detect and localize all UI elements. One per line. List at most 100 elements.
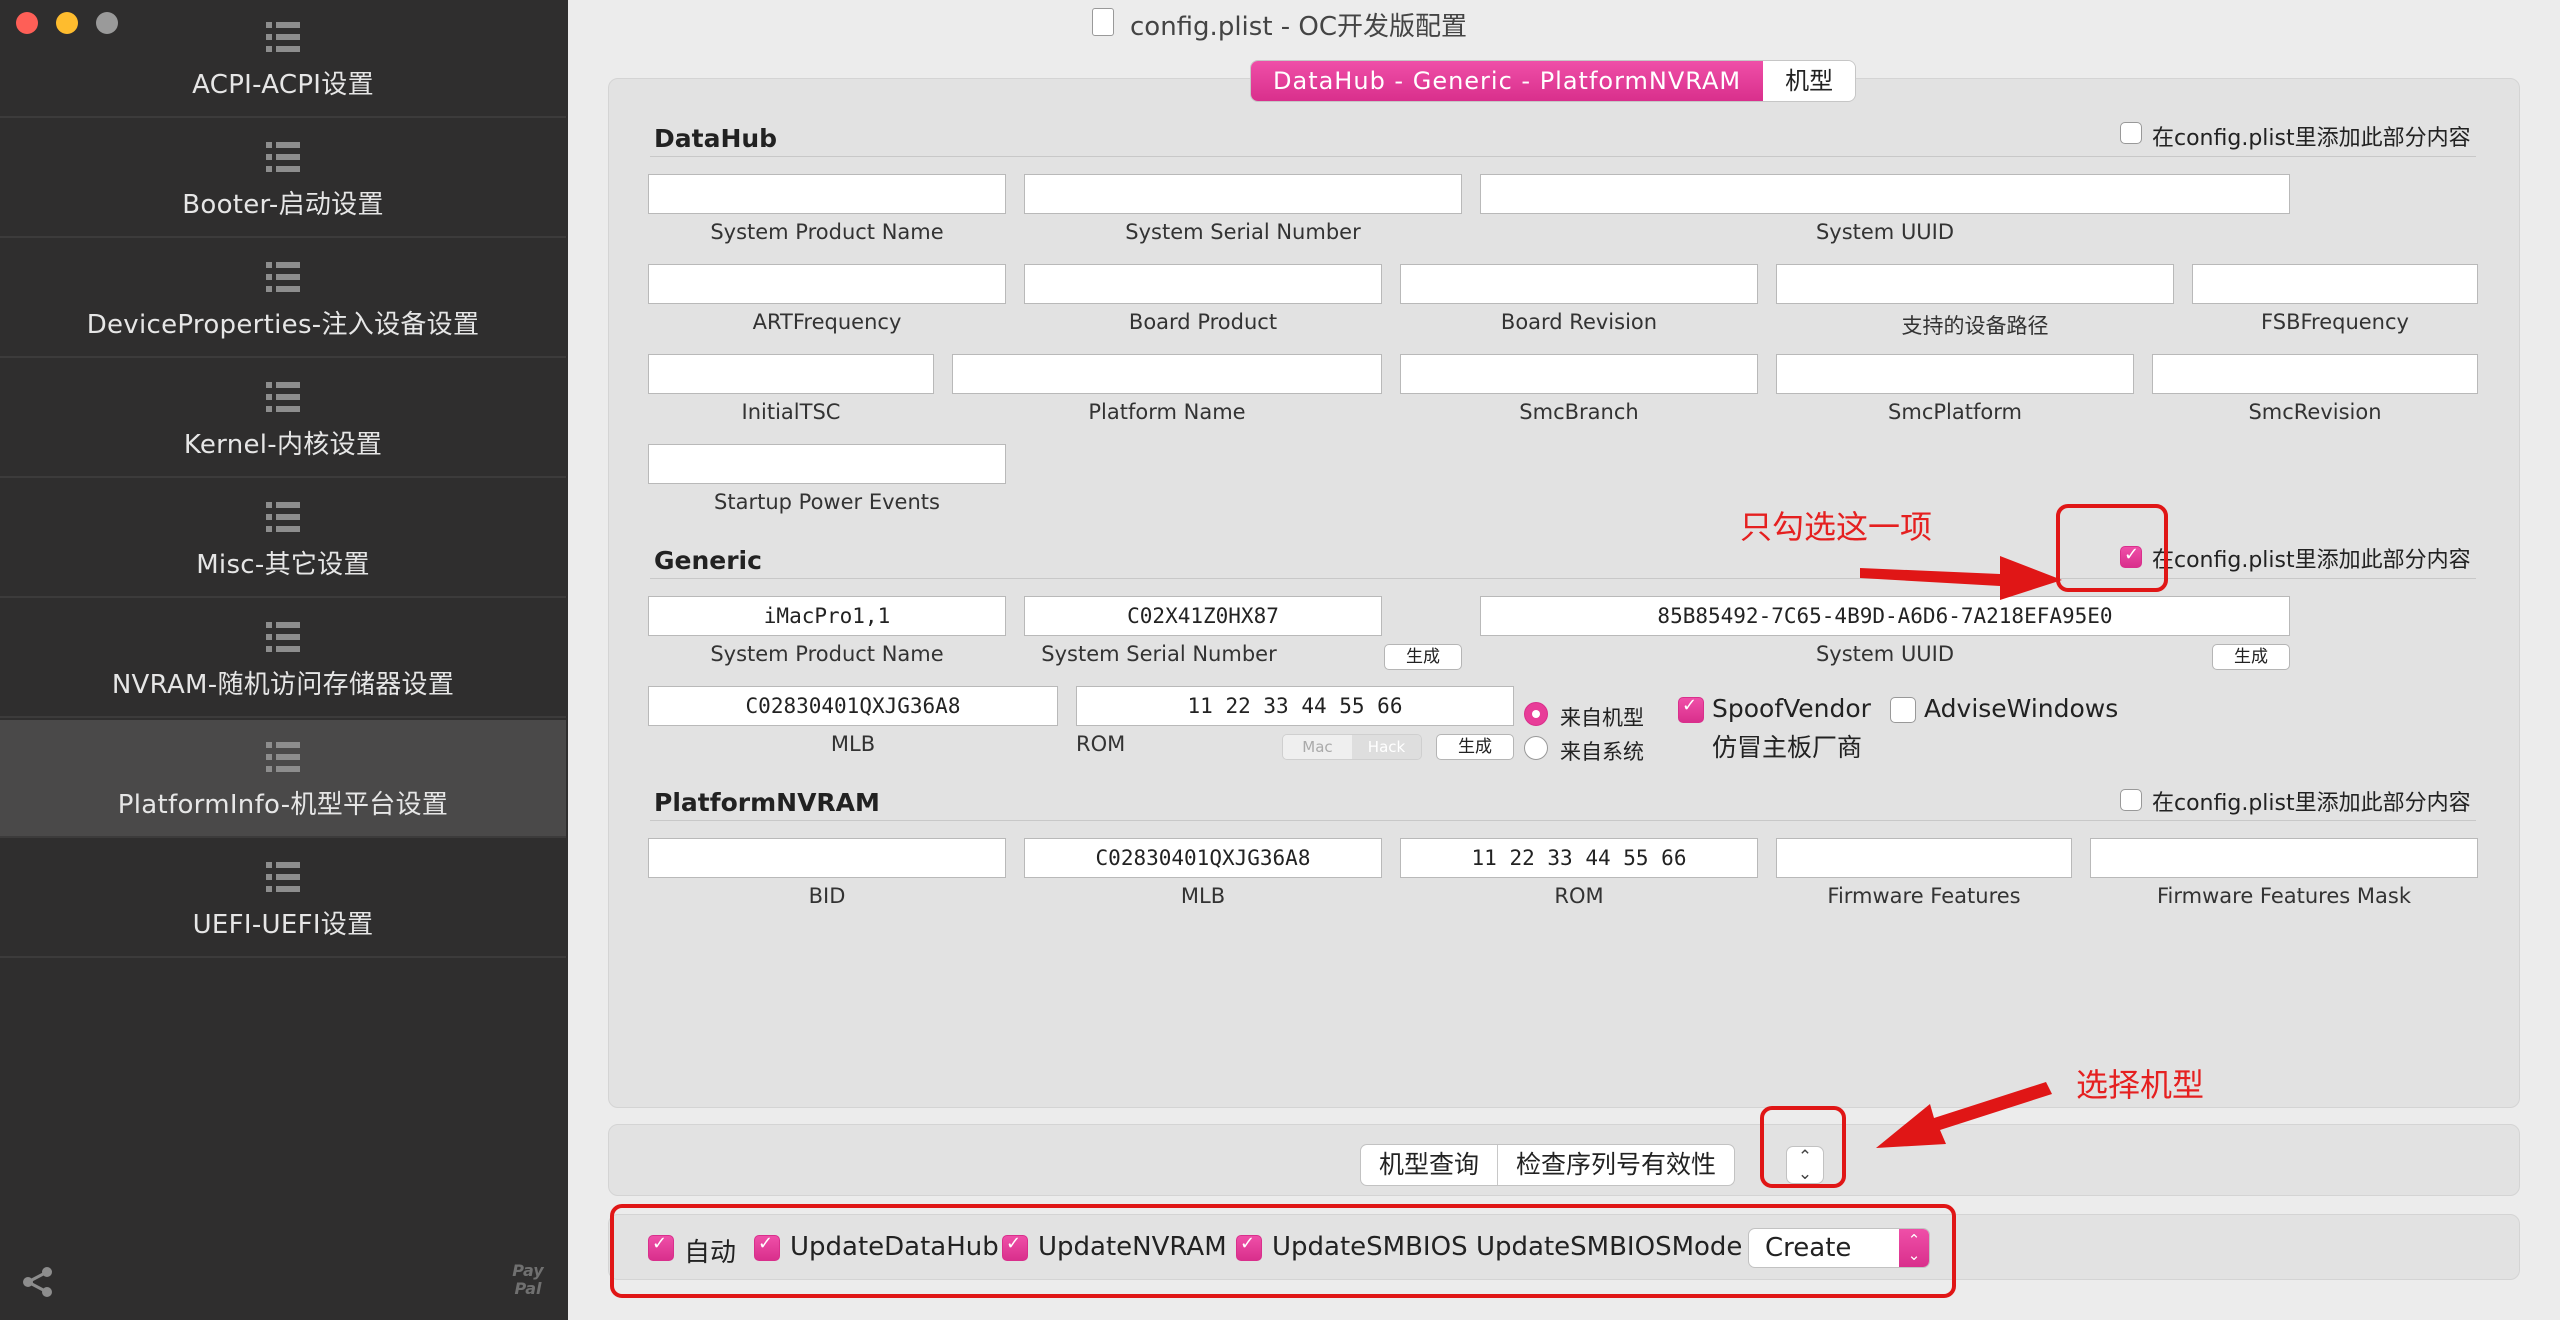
arrow-icon — [1876, 1082, 2052, 1148]
share-icon[interactable] — [20, 1264, 56, 1304]
arrow-icon — [1860, 556, 2062, 600]
rom-source-segmented[interactable]: Mac Hack — [1282, 734, 1422, 760]
nvram-mlb-input[interactable]: C02830401QXJG36A8 — [1024, 838, 1382, 878]
datahub-include-checkbox[interactable] — [2120, 122, 2142, 144]
sidebar-item-deviceproperties[interactable]: DeviceProperties-注入设备设置 — [0, 240, 566, 358]
field-label: System Serial Number — [1041, 642, 1277, 666]
field-label: MLB — [830, 732, 876, 756]
platformnvram-include-label: 在config.plist里添加此部分内容 — [2152, 791, 2471, 816]
field-label: BID — [808, 884, 846, 908]
field-label: System UUID — [1815, 642, 1955, 666]
sidebar-item-label: Booter-启动设置 — [182, 190, 384, 220]
generic-system-serial-number-input[interactable]: C02X41Z0HX87 — [1024, 596, 1382, 636]
spoof-vendor-label: SpoofVendor — [1712, 694, 1871, 723]
lookup-segmented: 机型查询 检查序列号有效性 — [1360, 1144, 1736, 1186]
nvram-firmware-features-mask-input[interactable] — [2090, 838, 2478, 878]
advise-windows-label: AdviseWindows — [1924, 694, 2119, 723]
field-label: SmcPlatform — [1888, 400, 2022, 424]
divider — [650, 820, 2476, 821]
check-serial-button[interactable]: 检查序列号有效性 — [1498, 1145, 1734, 1185]
paypal-logo[interactable]: Pay Pal — [508, 1262, 548, 1298]
list-icon — [266, 742, 300, 772]
from-model-radio[interactable] — [1524, 702, 1548, 726]
section-title-datahub: DataHub — [654, 124, 778, 153]
datahub-fsb-frequency-input[interactable] — [2192, 264, 2478, 304]
datahub-smc-branch-input[interactable] — [1400, 354, 1758, 394]
nvram-rom-input[interactable]: 11 22 33 44 55 66 — [1400, 838, 1758, 878]
generic-rom-input[interactable]: 11 22 33 44 55 66 — [1076, 686, 1514, 726]
sidebar-item-label: DeviceProperties-注入设备设置 — [86, 310, 480, 340]
sidebar-item-label: PlatformInfo-机型平台设置 — [117, 790, 449, 820]
field-label: Firmware Features — [1827, 884, 2021, 908]
datahub-art-frequency-input[interactable] — [648, 264, 1006, 304]
field-label: Board Revision — [1500, 310, 1658, 334]
field-label: System Product Name — [710, 642, 944, 666]
nvram-firmware-features-input[interactable] — [1776, 838, 2072, 878]
annotation-box-bottom-bar — [610, 1204, 1956, 1298]
field-label: Startup Power Events — [714, 490, 940, 514]
sidebar-item-uefi[interactable]: UEFI-UEFI设置 — [0, 840, 566, 958]
list-icon — [266, 142, 300, 172]
datahub-device-path-input[interactable] — [1776, 264, 2174, 304]
tab-model[interactable]: 机型 — [1763, 61, 1856, 101]
field-label: SmcBranch — [1519, 400, 1639, 424]
sidebar-item-acpi[interactable]: ACPI-ACPI设置 — [0, 0, 566, 118]
datahub-startup-power-events-input[interactable] — [648, 444, 1006, 484]
from-model-label: 来自机型 — [1560, 706, 1644, 730]
sidebar-item-label: UEFI-UEFI设置 — [192, 910, 374, 940]
list-icon — [266, 262, 300, 292]
list-icon — [266, 382, 300, 412]
datahub-smc-platform-input[interactable] — [1776, 354, 2134, 394]
tab-bar: DataHub - Generic - PlatformNVRAM 机型 — [1250, 60, 1857, 102]
list-icon — [266, 622, 300, 652]
generate-serial-button[interactable]: 生成 — [1384, 644, 1462, 670]
generate-uuid-button[interactable]: 生成 — [2212, 644, 2290, 670]
sidebar-item-misc[interactable]: Misc-其它设置 — [0, 480, 566, 598]
generate-rom-button[interactable]: 生成 — [1436, 734, 1514, 760]
tab-datahub-generic-nvram[interactable]: DataHub - Generic - PlatformNVRAM — [1251, 61, 1764, 101]
datahub-platform-name-input[interactable] — [952, 354, 1382, 394]
rom-mac-segment[interactable]: Mac — [1283, 735, 1352, 759]
sidebar-item-booter[interactable]: Booter-启动设置 — [0, 120, 566, 238]
sidebar-item-kernel[interactable]: Kernel-内核设置 — [0, 360, 566, 478]
sidebar-item-label: NVRAM-随机访问存储器设置 — [111, 670, 455, 700]
generic-mlb-input[interactable]: C02830401QXJG36A8 — [648, 686, 1058, 726]
sidebar: ACPI-ACPI设置 Booter-启动设置 DeviceProperties… — [0, 0, 568, 1320]
rom-hack-segment[interactable]: Hack — [1352, 735, 1421, 759]
sidebar-item-platforminfo[interactable]: PlatformInfo-机型平台设置 — [0, 720, 566, 838]
field-label: Platform Name — [1088, 400, 1246, 424]
spoof-vendor-checkbox[interactable] — [1678, 695, 1704, 723]
nvram-bid-input[interactable] — [648, 838, 1006, 878]
field-label: FSBFrequency — [2261, 310, 2409, 334]
annotation-box-model-select — [1760, 1106, 1846, 1188]
datahub-system-product-name-input[interactable] — [648, 174, 1006, 214]
datahub-board-product-input[interactable] — [1024, 264, 1382, 304]
datahub-initial-tsc-input[interactable] — [648, 354, 934, 394]
generic-system-product-name-input[interactable]: iMacPro1,1 — [648, 596, 1006, 636]
section-title-platformnvram: PlatformNVRAM — [654, 788, 880, 817]
spoof-vendor-sublabel: 仿冒主板厂商 — [1712, 733, 1863, 762]
model-query-button[interactable]: 机型查询 — [1361, 1145, 1499, 1185]
advise-windows-checkbox[interactable] — [1890, 697, 1916, 723]
from-system-label: 来自系统 — [1560, 740, 1644, 764]
field-label: SmcRevision — [2248, 400, 2382, 424]
datahub-board-revision-input[interactable] — [1400, 264, 1758, 304]
document-icon — [1092, 8, 1114, 36]
from-system-radio[interactable] — [1524, 736, 1548, 760]
divider — [650, 578, 2476, 579]
divider — [650, 156, 2476, 157]
datahub-system-serial-number-input[interactable] — [1024, 174, 1462, 214]
sidebar-item-nvram[interactable]: NVRAM-随机访问存储器设置 — [0, 600, 566, 718]
sidebar-item-label: Kernel-内核设置 — [183, 430, 383, 460]
datahub-system-uuid-input[interactable] — [1480, 174, 2290, 214]
field-label: System UUID — [1815, 220, 1955, 244]
datahub-include-label: 在config.plist里添加此部分内容 — [2152, 126, 2471, 151]
sidebar-item-label: Misc-其它设置 — [196, 550, 370, 580]
window-title: config.plist - OC开发版配置 — [1130, 12, 1468, 42]
list-icon — [266, 22, 300, 52]
sidebar-item-label: ACPI-ACPI设置 — [192, 70, 374, 100]
field-label: System Product Name — [710, 220, 944, 244]
datahub-smc-revision-input[interactable] — [2152, 354, 2478, 394]
field-label: Firmware Features Mask — [2157, 884, 2411, 908]
platformnvram-include-checkbox[interactable] — [2120, 789, 2142, 811]
